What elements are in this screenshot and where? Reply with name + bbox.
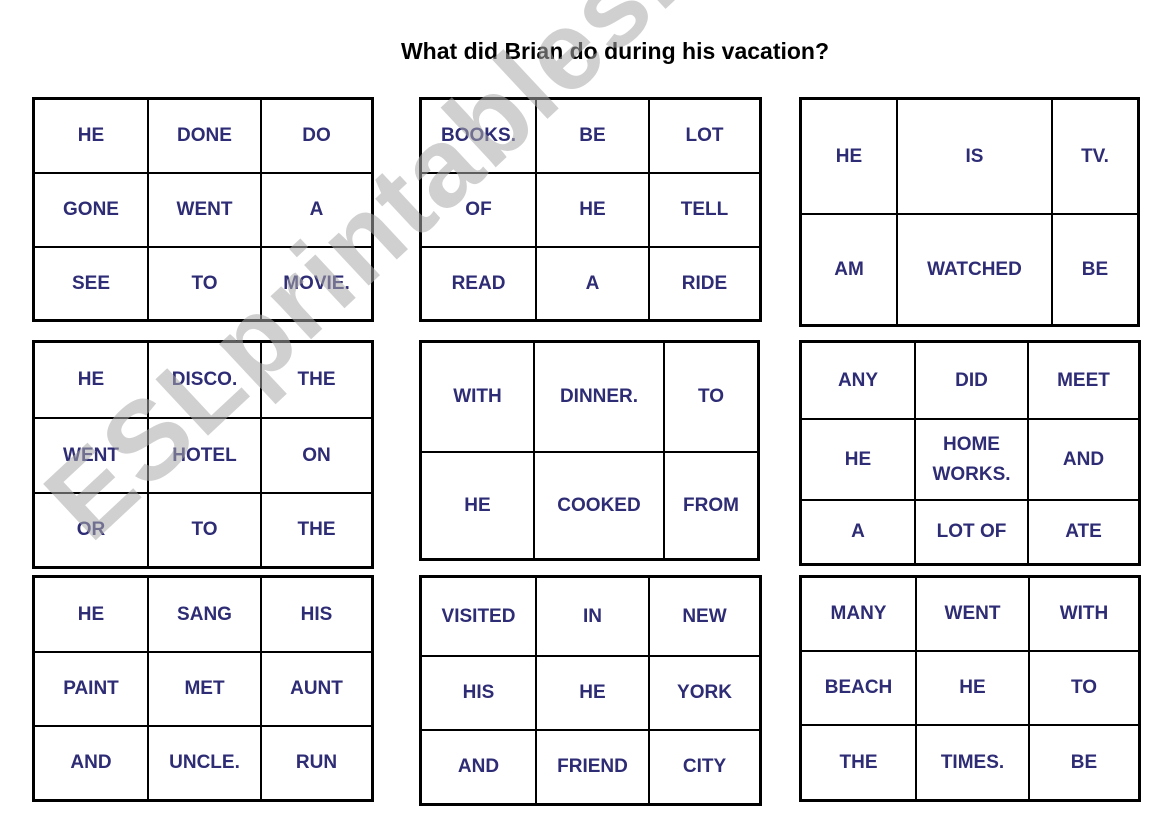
word-cell: WITH bbox=[1030, 578, 1138, 652]
word-cell: HE bbox=[537, 657, 650, 731]
word-cell: MOVIE. bbox=[283, 272, 350, 294]
word-cell: DINNER. bbox=[535, 343, 665, 453]
word-cell: AND bbox=[35, 727, 149, 799]
word-cell: BE bbox=[537, 100, 650, 174]
word-cell: TELL bbox=[650, 174, 759, 248]
word-cell: WENT bbox=[35, 419, 149, 494]
word-cell: FRIEND bbox=[537, 731, 650, 803]
word-cell: GONE bbox=[35, 174, 149, 248]
word-cell: THE bbox=[297, 519, 336, 541]
word-cell: HE bbox=[422, 453, 535, 558]
word-cell: HE bbox=[537, 174, 650, 248]
word-cell: THE bbox=[802, 726, 917, 799]
word-cell: DONE bbox=[149, 100, 262, 174]
word-cell: IS bbox=[898, 100, 1053, 215]
word-cell: READ bbox=[422, 248, 537, 319]
word-cell: MET bbox=[149, 653, 262, 727]
word-cell: MEET bbox=[1029, 343, 1138, 420]
word-cell: HOME WORKS. bbox=[916, 420, 1029, 501]
word-cell: TV. bbox=[1053, 100, 1137, 215]
word-cell: OF bbox=[422, 174, 537, 248]
word-cell: AUNT bbox=[262, 653, 371, 727]
word-cell: LOT bbox=[650, 100, 759, 174]
word-cell: THE bbox=[262, 343, 371, 419]
word-cell: TO bbox=[149, 494, 262, 566]
word-cell: YORK bbox=[650, 657, 759, 731]
word-cell: HE bbox=[802, 100, 898, 215]
word-cell: DO bbox=[262, 100, 371, 174]
word-cell: BE bbox=[1070, 751, 1098, 773]
word-grid-3: HE IS TV. AM WATCHED BE bbox=[799, 97, 1140, 327]
word-grid-1: HE DONE DO GONE WENT A SEE TO MOVIE. bbox=[32, 97, 374, 322]
word-cell: SANG bbox=[149, 578, 262, 653]
word-grid-2: BOOKS. BE LOT OF HE TELL READ A RIDE bbox=[419, 97, 762, 322]
word-cell: A bbox=[262, 174, 371, 248]
word-cell: A bbox=[537, 248, 650, 319]
word-cell: BEACH bbox=[802, 652, 917, 726]
word-cell: WATCHED bbox=[898, 215, 1053, 324]
word-cell: AM bbox=[802, 215, 898, 324]
word-cell: TO bbox=[149, 248, 262, 319]
word-cell: DID bbox=[916, 343, 1029, 420]
word-cell: HE bbox=[35, 100, 149, 174]
word-cell: BE bbox=[1081, 258, 1109, 280]
word-cell: WITH bbox=[422, 343, 535, 453]
word-cell: WENT bbox=[917, 578, 1030, 652]
word-cell: TIMES. bbox=[917, 726, 1030, 799]
word-cell: HIS bbox=[422, 657, 537, 731]
word-cell: LOT OF bbox=[916, 501, 1029, 563]
word-cell: ATE bbox=[1065, 521, 1102, 543]
word-grid-5: WITH DINNER. TO HE COOKED FROM bbox=[419, 340, 760, 561]
word-cell: IN bbox=[537, 578, 650, 657]
word-grid-6: ANY DID MEET HE HOME WORKS. AND A LOT OF ATE bbox=[799, 340, 1141, 566]
word-cell: CITY bbox=[682, 756, 727, 778]
word-cell: A bbox=[802, 501, 916, 563]
word-cell: HIS bbox=[262, 578, 371, 653]
word-grid-8: VISITED IN NEW HIS HE YORK AND FRIEND CITY bbox=[419, 575, 762, 806]
word-cell: TO bbox=[1030, 652, 1138, 726]
word-cell: ON bbox=[262, 419, 371, 494]
word-cell: VISITED bbox=[422, 578, 537, 657]
word-cell: FROM bbox=[683, 494, 739, 516]
word-cell: MANY bbox=[802, 578, 917, 652]
word-cell: WENT bbox=[149, 174, 262, 248]
word-cell: AND bbox=[1029, 420, 1138, 501]
word-cell: HE bbox=[802, 420, 916, 501]
word-cell: OR bbox=[35, 494, 149, 566]
word-cell: HE bbox=[917, 652, 1030, 726]
word-cell: DISCO. bbox=[149, 343, 262, 419]
word-cell: COOKED bbox=[535, 453, 665, 558]
word-grid-4: HE DISCO. THE WENT HOTEL ON OR TO THE bbox=[32, 340, 374, 569]
word-cell: HE bbox=[35, 578, 149, 653]
word-cell: BOOKS. bbox=[422, 100, 537, 174]
word-cell: SEE bbox=[35, 248, 149, 319]
word-cell: HE bbox=[35, 343, 149, 419]
word-cell: RUN bbox=[295, 752, 338, 774]
word-cell: AND bbox=[422, 731, 537, 803]
word-cell: UNCLE. bbox=[149, 727, 262, 799]
word-grid-9: MANY WENT WITH BEACH HE TO THE TIMES. BE bbox=[799, 575, 1141, 802]
word-cell: NEW bbox=[650, 578, 759, 657]
word-cell: ANY bbox=[802, 343, 916, 420]
worksheet-title: What did Brian do during his vacation? bbox=[400, 38, 830, 64]
word-cell: TO bbox=[665, 343, 757, 453]
word-cell: RIDE bbox=[681, 272, 728, 294]
word-cell: HOTEL bbox=[149, 419, 262, 494]
word-grid-7: HE SANG HIS PAINT MET AUNT AND UNCLE. RUN bbox=[32, 575, 374, 802]
word-cell: PAINT bbox=[35, 653, 149, 727]
